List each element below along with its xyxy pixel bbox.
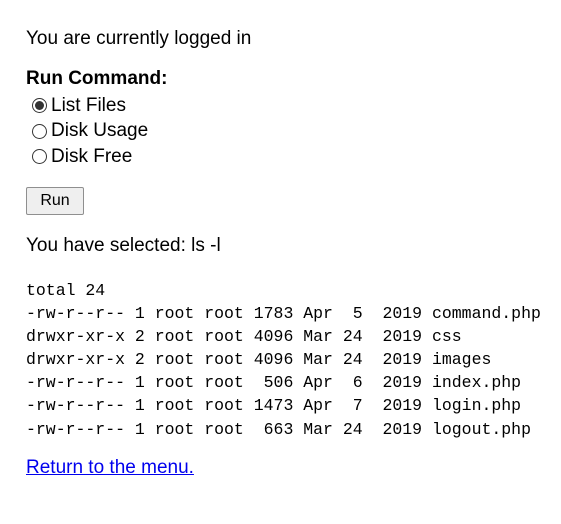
- run-command-heading: Run Command:: [26, 68, 168, 89]
- selected-command-text: You have selected: ls -l: [26, 235, 221, 256]
- output-line: total 24: [26, 281, 106, 300]
- run-button[interactable]: Run: [26, 187, 84, 215]
- command-radio-group: List Files Disk Usage Disk Free: [32, 93, 148, 170]
- return-to-menu-link[interactable]: Return to the menu.: [26, 457, 194, 479]
- radio-button-list-files[interactable]: [32, 98, 47, 114]
- radio-option-list-files[interactable]: List Files: [32, 93, 148, 119]
- radio-button-disk-usage[interactable]: [32, 123, 47, 139]
- command-output: total 24 -rw-r--r-- 1 root root 1783 Apr …: [26, 279, 541, 441]
- output-line: -rw-r--r-- 1 root root 506 Apr 6 2019 in…: [26, 373, 522, 393]
- output-line: -rw-r--r-- 1 root root 663 Mar 24 2019 l…: [26, 419, 531, 439]
- radio-label-disk-free[interactable]: Disk Free: [51, 146, 132, 168]
- radio-button-disk-free[interactable]: [32, 149, 47, 165]
- radio-option-disk-free[interactable]: Disk Free: [32, 144, 148, 170]
- radio-label-list-files[interactable]: List Files: [51, 95, 126, 117]
- login-status-text: You are currently logged in: [26, 28, 252, 49]
- output-line: -rw-r--r-- 1 root root 1473 Apr 7 2019 l…: [26, 396, 522, 416]
- radio-label-disk-usage[interactable]: Disk Usage: [51, 120, 148, 142]
- output-line: drwxr-xr-x 2 root root 4096 Mar 24 2019 …: [26, 327, 462, 347]
- radio-option-disk-usage[interactable]: Disk Usage: [32, 119, 148, 145]
- output-line: -rw-r--r-- 1 root root 1783 Apr 5 2019 c…: [26, 304, 541, 324]
- output-line: drwxr-xr-x 2 root root 4096 Mar 24 2019 …: [26, 350, 492, 370]
